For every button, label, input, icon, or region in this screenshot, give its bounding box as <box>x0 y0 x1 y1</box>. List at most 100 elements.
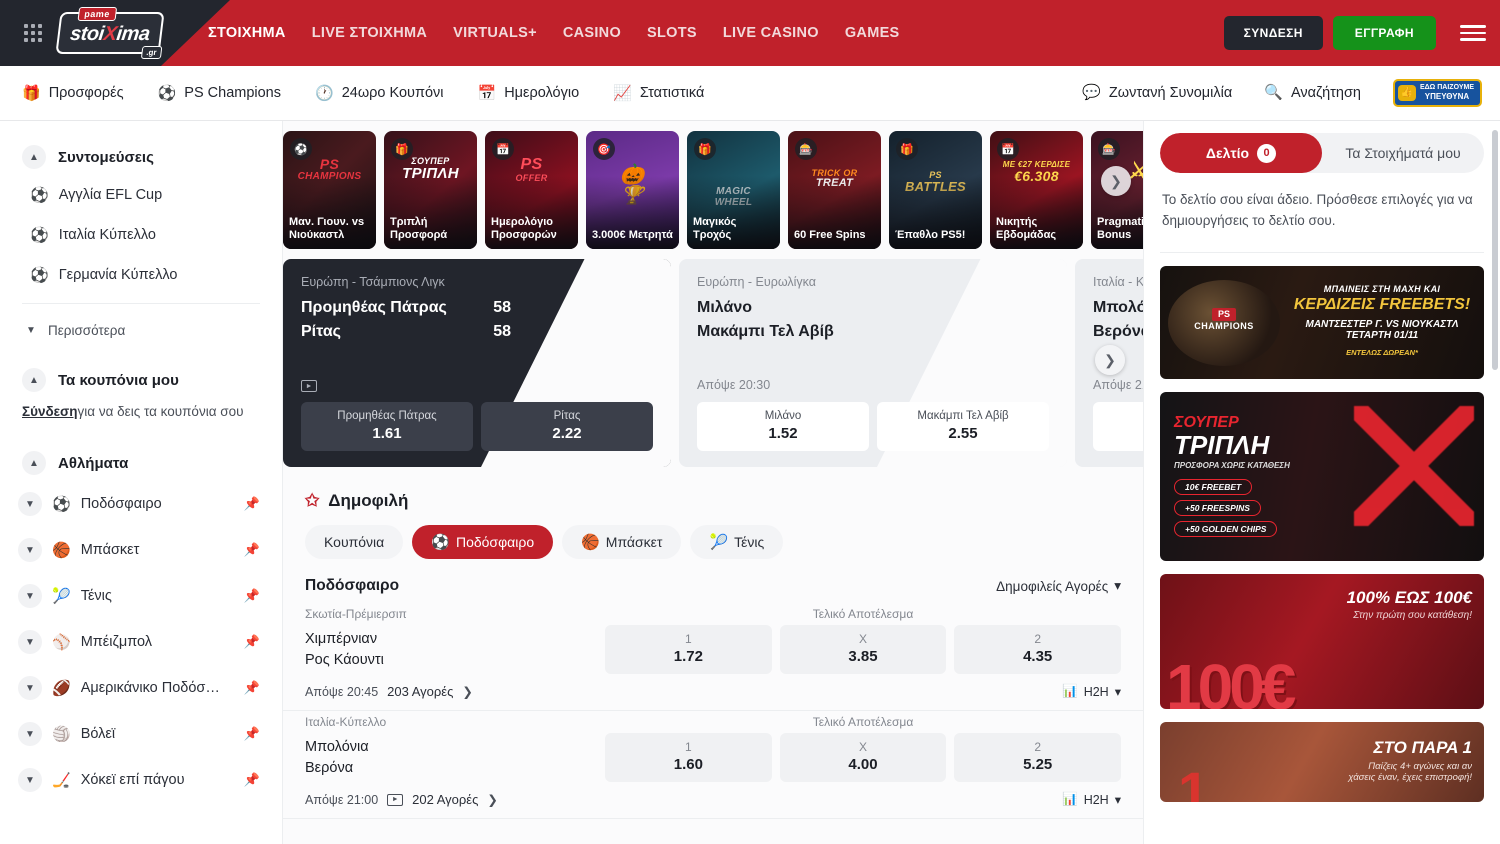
sidebar-item-germania-kypello[interactable]: ⚽ Γερμανία Κύπελλο <box>0 255 282 295</box>
featured-away-score: 58 <box>493 323 511 341</box>
register-button[interactable]: ΕΓΓΡΑΦΗ <box>1333 16 1436 50</box>
chevron-down-icon[interactable]: ▼ <box>18 768 42 792</box>
panel-scrollbar[interactable] <box>1492 130 1498 370</box>
sidebar-item-efl-cup[interactable]: ⚽ Αγγλία EFL Cup <box>0 175 282 215</box>
featured-match-card[interactable]: Ευρώπη - Τσάμπιονς Λιγκ Προμηθέας Πάτρας… <box>283 259 671 467</box>
featured-odd-button[interactable]: 1 1.60 <box>1093 402 1143 451</box>
chevron-down-icon[interactable]: ▼ <box>18 630 42 654</box>
sidebar-section-sports[interactable]: ▲ Αθλήματα <box>0 445 282 481</box>
pin-icon[interactable]: 📌 <box>244 772 260 788</box>
sidebar-sport-tennis[interactable]: ▼ 🎾 Τένις 📌 <box>0 573 282 619</box>
apps-grid-icon[interactable] <box>16 16 50 50</box>
promo-tile[interactable]: TRICK OR TREAT 🎰 60 Free Spins <box>788 131 881 249</box>
odd-button-x[interactable]: X 3.85 <box>780 625 947 674</box>
subnav-item-24oro-koupon[interactable]: 🕐 24ωρο Κουπόνι <box>315 85 444 101</box>
hamburger-menu-icon[interactable] <box>1460 21 1486 45</box>
odd-button-x[interactable]: X 4.00 <box>780 733 947 782</box>
tab-basket[interactable]: 🏀 Μπάσκετ <box>562 525 681 559</box>
pin-icon[interactable]: 📌 <box>244 588 260 604</box>
pin-icon[interactable]: 📌 <box>244 634 260 650</box>
featured-odd-button[interactable]: Προμηθέας Πάτρας 1.61 <box>301 402 473 451</box>
match-h2h-button[interactable]: 📊 H2H ▾ <box>1062 684 1121 699</box>
promo-tile[interactable]: PS BATTLES 🎁 Έπαθλο PS5! <box>889 131 982 249</box>
tab-podosfairo[interactable]: ⚽ Ποδόσφαιρο <box>412 525 553 559</box>
odd-value: 4.00 <box>784 756 943 773</box>
chevron-right-icon[interactable]: ❯ <box>487 792 497 807</box>
chevron-down-icon[interactable]: ▼ <box>18 584 42 608</box>
nav-item-casino[interactable]: CASINO <box>563 25 621 41</box>
site-logo[interactable]: pame stoiXima .gr <box>56 10 164 56</box>
logo-gr-text: .gr <box>141 46 163 59</box>
promo-tile[interactable]: PS CHAMPIONS ⚽ Μαν. Γιουν. vs Νιούκαστλ <box>283 131 376 249</box>
table-row[interactable]: Σκωτία-Πρέμιερσιπ Χιμπέρνιαν Ρος Κάουντι… <box>283 603 1143 711</box>
subnav-item-ps-champions[interactable]: ⚽ PS Champions <box>158 85 281 101</box>
nav-item-slots[interactable]: SLOTS <box>647 25 697 41</box>
chevron-down-icon[interactable]: ▼ <box>18 492 42 516</box>
pin-icon[interactable]: 📌 <box>244 542 260 558</box>
promo-tile[interactable]: MAGIC WHEEL 🎁 Μαγικός Τροχός <box>687 131 780 249</box>
tv-stream-icon[interactable]: ► <box>387 794 403 806</box>
tab-my-bets[interactable]: Τα Στοιχήματά μου <box>1322 133 1484 173</box>
nav-item-live-stoixima[interactable]: LIVE ΣΤΟΙΧΗΜΑ <box>312 25 427 41</box>
nav-item-virtuals[interactable]: VIRTUALS+ <box>453 25 537 41</box>
nav-item-games[interactable]: GAMES <box>845 25 900 41</box>
odd-button-2[interactable]: 2 5.25 <box>954 733 1121 782</box>
right-banner-ps-champions[interactable]: PS CHAMPIONS ΜΠΑΙΝΕΙΣ ΣΤΗ ΜΑΧΗ ΚΑΙ ΚΕΡΔΙ… <box>1160 266 1484 379</box>
match-h2h-button[interactable]: 📊 H2H ▾ <box>1062 792 1121 807</box>
chevron-right-icon[interactable]: ❯ <box>462 684 472 699</box>
sport-label-tennis: Τένις <box>81 588 234 604</box>
pin-icon[interactable]: 📌 <box>244 680 260 696</box>
tab-koupónia[interactable]: Κουπόνια <box>305 525 403 559</box>
coupons-login-link[interactable]: Σύνδεση <box>22 404 78 419</box>
tab-tennis[interactable]: 🎾 Τένις <box>690 525 783 559</box>
tv-stream-icon[interactable]: ► <box>301 380 317 392</box>
chevron-down-icon[interactable]: ▼ <box>18 676 42 700</box>
sidebar-sport-podosfairo[interactable]: ▼ ⚽ Ποδόσφαιρο 📌 <box>0 481 282 527</box>
match-time: Απόψε 21:00 <box>305 793 378 807</box>
chevron-down-icon[interactable]: ▼ <box>18 722 42 746</box>
odd-value: 1.72 <box>609 648 768 665</box>
live-chat-button[interactable]: 💬 Ζωντανή Συνομιλία <box>1082 85 1232 101</box>
sidebar-sport-volley[interactable]: ▼ 🏐 Βόλεϊ 📌 <box>0 711 282 757</box>
featured-odd-button[interactable]: Ρίτας 2.22 <box>481 402 653 451</box>
table-row[interactable]: Ιταλία-Κύπελλο Μπολόνια Βερόνα Τελικό Απ… <box>283 711 1143 819</box>
search-button[interactable]: 🔍 Αναζήτηση <box>1264 85 1361 101</box>
chevron-down-icon[interactable]: ▼ <box>18 538 42 562</box>
right-banner-sto-para-1[interactable]: ΣΤΟ ΠΑΡΑ 1 Παίζεις 4+ αγώνες και αν χάσε… <box>1160 722 1484 802</box>
tab-betslip[interactable]: Δελτίο 0 <box>1160 133 1322 173</box>
login-button[interactable]: ΣΥΝΔΕΣΗ <box>1224 16 1323 50</box>
subnav-item-prosfores[interactable]: 🎁 Προσφορές <box>22 85 124 101</box>
responsible-gaming-badge[interactable]: 👍 ΕΔΩ ΠΑΙΖΟΥΜΕ ΥΠΕΥΘΥΝΑ <box>1393 79 1482 106</box>
right-banner-super-tripli[interactable]: ΣΟΥΠΕΡ ΤΡΙΠΛΗ ΠΡΟΣΦΟΡΑ ΧΩΡΙΣ ΚΑΤΑΘΕΣΗ 10… <box>1160 392 1484 561</box>
odd-button-1[interactable]: 1 1.72 <box>605 625 772 674</box>
featured-match-card[interactable]: Ευρώπη - Ευρωλίγκα Μιλάνο Μακάμπι Τελ Αβ… <box>679 259 1067 467</box>
nav-item-stoixima[interactable]: ΣΤΟΙΧΗΜΑ <box>208 25 286 41</box>
sidebar-more-button[interactable]: ▼ Περισσότερα <box>0 312 282 348</box>
markets-filter-dropdown[interactable]: Δημοφιλείς Αγορές ▾ <box>996 578 1121 594</box>
odd-button-1[interactable]: 1 1.60 <box>605 733 772 782</box>
featured-carousel-next-button[interactable]: ❯ <box>1095 345 1125 375</box>
sidebar-sport-baseball[interactable]: ▼ ⚾ Μπέιζμπολ 📌 <box>0 619 282 665</box>
sidebar-section-coupons[interactable]: ▲ Τα κουπόνια μου <box>0 362 282 398</box>
promo-tile[interactable]: ΜΕ €27 ΚΕΡΔΙΣΕ €6.308 📅 Νικητής Εβδομάδα… <box>990 131 1083 249</box>
subnav-item-statistika[interactable]: 📈 Στατιστικά <box>613 85 704 101</box>
match-markets-count[interactable]: 202 Αγορές <box>412 792 478 807</box>
promo-carousel-next-button[interactable]: ❯ <box>1101 166 1131 196</box>
sidebar-section-shortcuts[interactable]: ▲ Συντομεύσεις <box>0 139 282 175</box>
match-markets-count[interactable]: 203 Αγορές <box>387 684 453 699</box>
pin-icon[interactable]: 📌 <box>244 726 260 742</box>
subnav-item-imerologio[interactable]: 📅 Ημερολόγιο <box>478 85 580 101</box>
sidebar-sport-ice-hockey[interactable]: ▼ 🏒 Χόκεϊ επί πάγου 📌 <box>0 757 282 803</box>
sidebar-sport-basket[interactable]: ▼ 🏀 Μπάσκετ 📌 <box>0 527 282 573</box>
odd-button-2[interactable]: 2 4.35 <box>954 625 1121 674</box>
promo-tile[interactable]: 🎃 🏆 🎯 3.000€ Μετρητά <box>586 131 679 249</box>
sidebar-sport-american-football[interactable]: ▼ 🏈 Αμερικάνικο Ποδόσ… 📌 <box>0 665 282 711</box>
sidebar-item-italia-kypello[interactable]: ⚽ Ιταλία Κύπελλο <box>0 215 282 255</box>
right-banner-welcome-bonus[interactable]: 100% ΕΩΣ 100€ Στην πρώτη σου κατάθεση! 1… <box>1160 574 1484 709</box>
pin-icon[interactable]: 📌 <box>244 496 260 512</box>
nav-item-live-casino[interactable]: LIVE CASINO <box>723 25 819 41</box>
promo-tile[interactable]: ΣΟΥΠΕΡ ΤΡΙΠΛΗ 🎁 Τριπλή Προσφορά <box>384 131 477 249</box>
promo-tile[interactable]: PS OFFER 📅 Ημερολόγιο Προσφορών <box>485 131 578 249</box>
featured-odd-button[interactable]: Μιλάνο 1.52 <box>697 402 869 451</box>
featured-odd-button[interactable]: Μακάμπι Τελ Αβίβ 2.55 <box>877 402 1049 451</box>
